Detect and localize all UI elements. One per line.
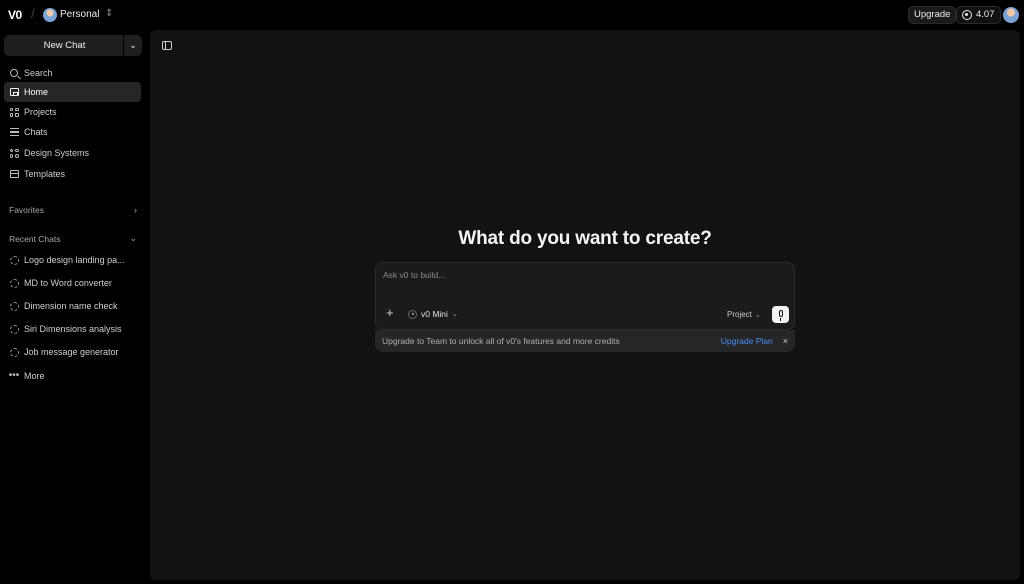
new-chat-button[interactable]: New Chat ⌄ <box>4 35 142 56</box>
chats-icon <box>4 128 24 136</box>
upgrade-banner-message: Upgrade to Team to unlock all of v0's fe… <box>382 336 620 346</box>
upgrade-button[interactable]: Upgrade <box>908 6 957 24</box>
sidebar: New Chat ⌄ Search Home Projects Chats De… <box>0 30 150 584</box>
recent-chat-label: Logo design landing pa... <box>24 255 125 265</box>
sidebar-item-label: Home <box>24 87 49 97</box>
recent-chat-label: Dimension name check <box>24 301 118 311</box>
chevron-right-icon[interactable]: › <box>134 205 137 215</box>
favorites-section[interactable]: Favorites › <box>9 205 137 215</box>
ellipsis-icon: ••• <box>8 370 20 381</box>
chevron-down-icon: ⌄ <box>754 311 761 319</box>
chevron-up-down-icon[interactable]: ⇕ <box>105 8 113 19</box>
sidebar-item-search[interactable]: Search <box>4 63 141 83</box>
recent-chats-section[interactable]: Recent Chats ⌄ <box>9 233 137 244</box>
credits-button[interactable]: 4.07 <box>956 6 1001 24</box>
recent-chat-label: Siri Dimensions analysis <box>24 324 122 334</box>
sidebar-toggle-icon[interactable] <box>162 41 172 50</box>
search-icon <box>4 69 24 77</box>
recent-chat-label: Job message generator <box>24 347 119 357</box>
prompt-composer: + v0 Mini ⌄ Project ⌄ <box>375 262 795 330</box>
main-panel: What do you want to create? + v0 Mini ⌄ … <box>150 30 1020 580</box>
credits-icon <box>962 10 972 20</box>
user-avatar[interactable] <box>1003 7 1019 23</box>
model-selector[interactable]: v0 Mini ⌄ <box>408 309 458 319</box>
workspace-name[interactable]: Personal <box>60 9 99 20</box>
sidebar-item-templates[interactable]: Templates <box>4 164 141 184</box>
recent-chat-item[interactable]: Siri Dimensions analysis <box>4 319 141 339</box>
recent-chat-item[interactable]: Job message generator <box>4 342 141 362</box>
home-icon <box>4 88 24 96</box>
breadcrumb-separator: / <box>31 6 35 21</box>
v0-logo[interactable]: V0 <box>8 8 22 22</box>
project-selector[interactable]: Project ⌄ <box>727 310 761 319</box>
favorites-label: Favorites <box>9 205 44 215</box>
project-label: Project <box>727 310 752 319</box>
recent-chat-item[interactable]: Dimension name check <box>4 296 141 316</box>
microphone-button[interactable] <box>772 306 789 323</box>
recent-chat-item[interactable]: MD to Word converter <box>4 273 141 293</box>
upgrade-plan-link[interactable]: Upgrade Plan <box>721 336 773 346</box>
sidebar-item-label: Projects <box>24 107 57 117</box>
workspace-avatar[interactable] <box>43 8 57 22</box>
design-systems-icon <box>4 148 24 158</box>
model-icon <box>408 309 417 319</box>
sidebar-item-label: Templates <box>24 169 66 179</box>
templates-icon <box>4 170 24 178</box>
recent-chat-label: MD to Word converter <box>24 278 112 288</box>
chat-status-icon <box>4 347 24 357</box>
microphone-icon <box>778 310 783 321</box>
chat-status-icon <box>4 278 24 288</box>
upgrade-banner: Upgrade to Team to unlock all of v0's fe… <box>375 330 795 352</box>
recent-chat-item[interactable]: Logo design landing pa... <box>4 250 141 270</box>
chevron-down-icon[interactable]: ⌄ <box>124 40 142 51</box>
chat-status-icon <box>4 324 24 334</box>
close-icon[interactable]: × <box>783 336 788 346</box>
sidebar-item-label: Design Systems <box>24 148 90 158</box>
credits-value: 4.07 <box>976 9 995 20</box>
recent-chats-label: Recent Chats <box>9 233 61 244</box>
chat-status-icon <box>4 255 24 265</box>
chevron-down-icon[interactable]: ⌄ <box>129 233 137 244</box>
sidebar-item-projects[interactable]: Projects <box>4 102 141 122</box>
prompt-input[interactable] <box>383 270 783 292</box>
new-chat-label[interactable]: New Chat <box>4 40 123 51</box>
sidebar-item-label: Chats <box>24 127 48 137</box>
attach-plus-icon[interactable]: + <box>386 306 394 319</box>
sidebar-item-design-systems[interactable]: Design Systems <box>4 143 141 163</box>
projects-icon <box>4 107 24 117</box>
page-title: What do you want to create? <box>458 228 712 249</box>
sidebar-item-label: Search <box>24 68 53 78</box>
chat-status-icon <box>4 301 24 311</box>
chevron-down-icon: ⌄ <box>451 311 458 318</box>
top-bar: V0 / Personal ⇕ Upgrade 4.07 <box>0 0 1024 30</box>
model-name: v0 Mini <box>421 309 448 319</box>
sidebar-item-home[interactable]: Home <box>4 82 141 102</box>
sidebar-item-chats[interactable]: Chats <box>4 122 141 142</box>
more-label: More <box>24 371 45 381</box>
more-button[interactable]: ••• More <box>4 366 141 386</box>
